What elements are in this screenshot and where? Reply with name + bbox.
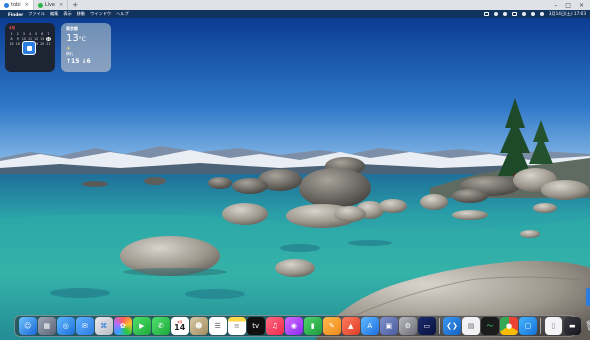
calendar-day: 5 — [35, 32, 38, 36]
notes-icon[interactable]: ≡ — [228, 317, 246, 335]
weather-condition: 晴れ — [66, 52, 74, 56]
activity-monitor-icon[interactable]: 〜 — [481, 317, 499, 335]
calendar-day: 21 — [46, 42, 51, 46]
app-badge-icon — [22, 41, 36, 55]
numbers-icon[interactable]: ▮ — [304, 317, 322, 335]
vscode-icon[interactable]: ❮❯ — [443, 317, 461, 335]
menu-file[interactable]: ファイル — [28, 11, 45, 17]
menu-bar: Finder ファイル 編集 表示 移動 ウインドウ ヘルプ 3月14日(土) … — [0, 10, 590, 18]
calendar-day: 13 — [40, 37, 45, 41]
maximize-button[interactable]: □ — [565, 2, 571, 9]
status-dot-icon[interactable] — [493, 12, 498, 16]
calendar-icon[interactable]: 3月 14 — [171, 317, 189, 335]
battery-icon[interactable] — [511, 12, 517, 16]
launchpad-icon[interactable]: ▦ — [38, 317, 56, 335]
calendar-day: 6 — [41, 32, 44, 36]
calendar-widget[interactable]: 3月 1 2 3 4 5 6 7 8 9 10 11 12 13 14 15 1… — [5, 23, 55, 72]
calendar-day: 3 — [22, 32, 25, 36]
system-settings-icon[interactable]: ⚙ — [399, 317, 417, 335]
menu-help[interactable]: ヘルプ — [116, 11, 129, 17]
weather-widget[interactable]: 東京都 13°C ☀ 晴れ ↑15 ↓6 — [61, 23, 111, 72]
safari-icon[interactable]: ◎ — [57, 317, 75, 335]
weather-temp-value: 13 — [66, 33, 79, 44]
weather-city: 東京都 — [66, 26, 78, 31]
control-center-icon[interactable] — [539, 12, 544, 16]
photos-icon[interactable]: ✿ — [114, 317, 132, 335]
contacts-icon[interactable]: ☻ — [190, 317, 208, 335]
menubar-clock[interactable]: 3月14日(土) 17:03 — [549, 11, 586, 17]
weather-temperature: 13°C — [66, 33, 106, 45]
session-icon — [37, 2, 43, 8]
weather-unit: °C — [78, 36, 86, 43]
mail-icon[interactable]: ✉ — [76, 317, 94, 335]
calendar-day: 20 — [40, 42, 45, 46]
reminders-icon[interactable]: ☰ — [209, 317, 227, 335]
tab-label: Live — [44, 2, 56, 8]
podcasts-icon[interactable]: ◉ — [285, 317, 303, 335]
calendar-day: 16 — [15, 42, 20, 46]
weather-range: ↑15 ↓6 — [66, 58, 91, 65]
status-area: 3月14日(土) 17:03 — [483, 11, 586, 17]
menu-view[interactable]: 表示 — [63, 11, 71, 17]
close-icon[interactable]: × — [25, 2, 29, 8]
close-icon[interactable]: × — [59, 2, 63, 8]
dock: ☺ ▦ ◎ ✉ ⌘ ✿ ▶ ✆ 3月 14 ☻ ☰ ≡ tv ♫ ◉ ▮ ✎ ▲ … — [14, 315, 590, 337]
trash-icon[interactable]: 🗑 — [583, 317, 590, 335]
facetime-icon[interactable]: ▶ — [133, 317, 151, 335]
remote-desktop-icon[interactable]: ▭ — [418, 317, 436, 335]
menu-edit[interactable]: 編集 — [50, 11, 58, 17]
tab-label: tobi — [11, 2, 21, 8]
wifi-icon[interactable] — [521, 12, 526, 16]
pages-icon[interactable]: ✎ — [323, 317, 341, 335]
menu-window[interactable]: ウインドウ — [90, 11, 111, 17]
document-icon[interactable]: ▯ — [544, 317, 563, 335]
calendar-day: 8 — [10, 37, 13, 41]
screenshot-icon[interactable]: ▬ — [563, 317, 582, 335]
calendar-icon-day: 14 — [174, 323, 186, 332]
calendar-day: 2 — [16, 32, 19, 36]
apple-tv-icon[interactable]: tv — [247, 317, 265, 335]
calendar-day: 4 — [28, 32, 31, 36]
calendar-day: 9 — [16, 37, 19, 41]
dock-separator — [439, 318, 440, 334]
viewer-tab-bar: tobi × Live × + – □ × — [0, 0, 590, 10]
app-store-icon[interactable]: A — [361, 317, 379, 335]
app-store-legacy-icon[interactable]: ⌘ — [95, 317, 113, 335]
screen-icon[interactable] — [483, 12, 489, 16]
calendar-month: 3月 — [9, 26, 16, 30]
finder-icon[interactable]: ☺ — [19, 317, 37, 335]
window-controls: – □ × — [554, 2, 590, 9]
preview-icon[interactable]: ▢ — [519, 317, 537, 335]
close-window-button[interactable]: × — [579, 2, 584, 9]
side-panel-handle[interactable] — [586, 288, 590, 306]
chrome-icon[interactable]: ● — [500, 317, 518, 335]
status-dot-icon[interactable] — [502, 12, 507, 16]
music-icon[interactable]: ♫ — [266, 317, 284, 335]
add-tab-button[interactable]: + — [68, 1, 82, 9]
keynote-icon[interactable]: ▲ — [342, 317, 360, 335]
menu-app-name[interactable]: Finder — [8, 12, 23, 17]
session-icon — [4, 2, 9, 8]
viewer-tab-tobi[interactable]: tobi × — [0, 0, 34, 10]
calendar-day: 1 — [10, 32, 13, 36]
menu-go[interactable]: 移動 — [77, 11, 85, 17]
calendar-day: 7 — [47, 32, 50, 36]
minimize-button[interactable]: – — [554, 2, 557, 9]
desktop[interactable]: 3月 1 2 3 4 5 6 7 8 9 10 11 12 13 14 15 1… — [0, 18, 590, 340]
calendar-today: 14 — [45, 37, 51, 41]
search-icon[interactable] — [530, 12, 535, 16]
calendar-day: 15 — [9, 42, 14, 46]
utility-icon[interactable]: ▣ — [380, 317, 398, 335]
messages-icon[interactable]: ✆ — [152, 317, 170, 335]
dock-separator — [540, 318, 542, 334]
textedit-icon[interactable]: ▤ — [462, 317, 480, 335]
viewer-tab-live[interactable]: Live × — [34, 0, 69, 10]
